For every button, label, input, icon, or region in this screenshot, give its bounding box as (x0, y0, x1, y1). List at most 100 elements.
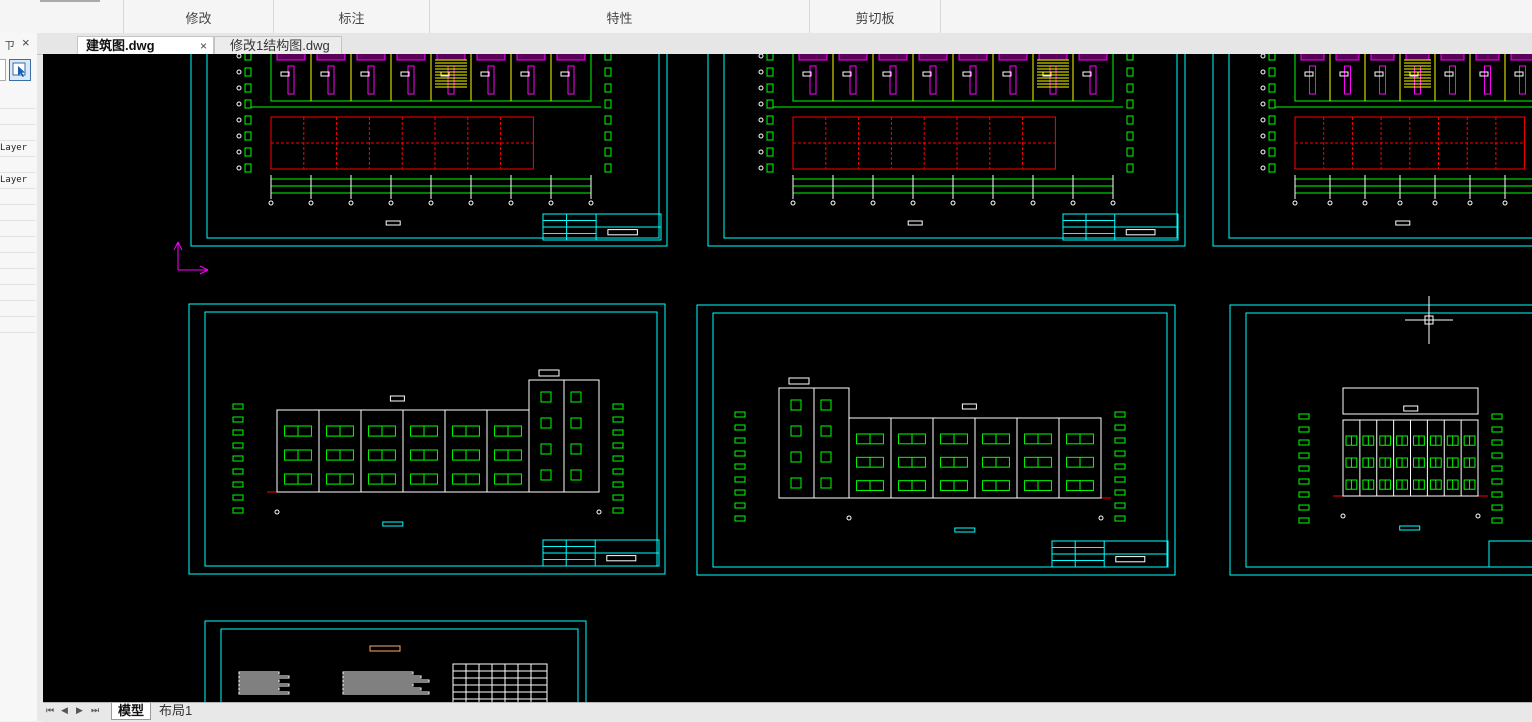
title-text-box (606, 555, 637, 562)
plan-side-dim (604, 54, 612, 61)
elev-tower-window (820, 425, 832, 437)
elev-level-tag (1403, 405, 1419, 412)
elev-level-marker (612, 468, 624, 475)
elev-level-marker (1114, 411, 1126, 418)
pin-icon[interactable]: ㄗ (4, 37, 15, 53)
next-tab-icon[interactable]: ▶ (76, 705, 83, 716)
property-row[interactable] (0, 285, 36, 301)
plan-side-dim (244, 131, 252, 141)
elev-tower-window (540, 391, 552, 403)
axis-bubble (274, 509, 280, 515)
elev-level-marker (734, 463, 746, 470)
panel-toggle-button[interactable] (0, 59, 6, 81)
property-row[interactable] (0, 189, 36, 205)
axis-bubble (758, 69, 764, 75)
axis-bubble (1362, 200, 1368, 206)
plan-side-dim (244, 115, 252, 125)
property-row[interactable] (0, 317, 36, 333)
tab-structure-dwg[interactable]: 修改1结构图.dwg (214, 36, 342, 54)
property-row[interactable] (0, 109, 36, 125)
property-row[interactable] (0, 205, 36, 221)
tab-layout1[interactable]: 布局1 (153, 703, 198, 719)
axis-bubble (790, 200, 796, 206)
plan-side-dim (1268, 99, 1276, 109)
plan-toilet (287, 65, 295, 95)
property-row[interactable]: Layer (0, 141, 36, 157)
cad-drawing[interactable] (43, 54, 1532, 702)
property-row[interactable] (0, 125, 36, 141)
elev-tower-window (570, 469, 582, 481)
elev-level-tag (389, 395, 405, 402)
tab-model[interactable]: 模型 (111, 703, 152, 720)
elev-tower-window (790, 425, 802, 437)
plan-side-dim (766, 115, 774, 125)
sheet-inner-frame (204, 311, 658, 567)
axis-bubble (236, 149, 242, 155)
ribbon-group-label: 标注 (338, 11, 365, 26)
drawing-canvas[interactable] (43, 54, 1532, 702)
plan-toilet (407, 65, 415, 95)
plan-toilet (367, 65, 375, 95)
axis-bubble (1030, 200, 1036, 206)
plan-side-dim (1126, 83, 1134, 93)
plan-toilet (969, 65, 977, 95)
plan-furniture (998, 54, 1028, 61)
property-row[interactable] (0, 269, 36, 285)
ribbon-group-dimension[interactable]: 标注 (274, 0, 430, 33)
axis-bubble (1260, 165, 1266, 171)
plan-furniture (1335, 54, 1360, 61)
property-row[interactable] (0, 93, 36, 109)
property-row[interactable] (0, 221, 36, 237)
title-text-box (1125, 229, 1156, 236)
elev-tower-window (820, 399, 832, 411)
elev-level-marker (1298, 426, 1310, 433)
elev-level-marker (232, 468, 244, 475)
close-tab-icon[interactable]: × (200, 37, 207, 55)
plan-furniture (276, 54, 306, 61)
plan-side-dim (766, 83, 774, 93)
plan-furniture (436, 54, 466, 61)
property-row[interactable] (0, 157, 36, 173)
elev-level-marker (734, 450, 746, 457)
axis-bubble (910, 200, 916, 206)
plan-side-dim (1126, 99, 1134, 109)
property-row[interactable] (0, 253, 36, 269)
plan-title-label (1395, 220, 1411, 226)
tab-architecture-dwg[interactable]: 建筑图.dwg × (77, 36, 214, 54)
notes-text-line (342, 683, 414, 687)
plan-toilet (1309, 65, 1316, 95)
first-tab-icon[interactable]: ⏮ (46, 705, 54, 716)
plan-side-dim (244, 67, 252, 77)
plan-title-label (385, 220, 401, 226)
property-row[interactable]: Layer (0, 173, 36, 189)
notes-text-line (238, 683, 290, 687)
property-row[interactable] (0, 301, 36, 317)
plan-toilet (447, 65, 455, 95)
ribbon-group-modify[interactable]: 修改 (124, 0, 274, 33)
notes-text-line (342, 687, 422, 691)
axis-bubble (308, 200, 314, 206)
quick-select-button[interactable] (9, 59, 31, 81)
elev-level-marker (1491, 426, 1503, 433)
plan-side-dim (766, 163, 774, 173)
cursor-select-icon (12, 62, 26, 77)
close-panel-icon[interactable]: × (22, 35, 30, 50)
plan-side-dim (1268, 115, 1276, 125)
ribbon-group-clipboard[interactable]: 剪切板 (810, 0, 941, 33)
document-tabbar: 建筑图.dwg × 修改1结构图.dwg (37, 33, 1532, 55)
last-tab-icon[interactable]: ⏭ (91, 705, 99, 716)
property-row[interactable] (0, 237, 36, 253)
axis-bubble (236, 165, 242, 171)
plan-side-dim (244, 147, 252, 157)
ribbon-group-label: 修改 (185, 11, 212, 26)
elev-tower-window (820, 451, 832, 463)
plan-side-dim (1268, 67, 1276, 77)
elev-level-marker (1491, 413, 1503, 420)
elev-level-tag (538, 369, 560, 377)
axis-bubble (1260, 117, 1266, 123)
ribbon-group-properties[interactable]: 特性 (430, 0, 810, 33)
prev-tab-icon[interactable]: ◀ (61, 705, 68, 716)
plan-side-dim (1126, 54, 1134, 61)
sheet-elevation-3 (1229, 304, 1532, 576)
sheet-plan-3 (1212, 54, 1532, 247)
